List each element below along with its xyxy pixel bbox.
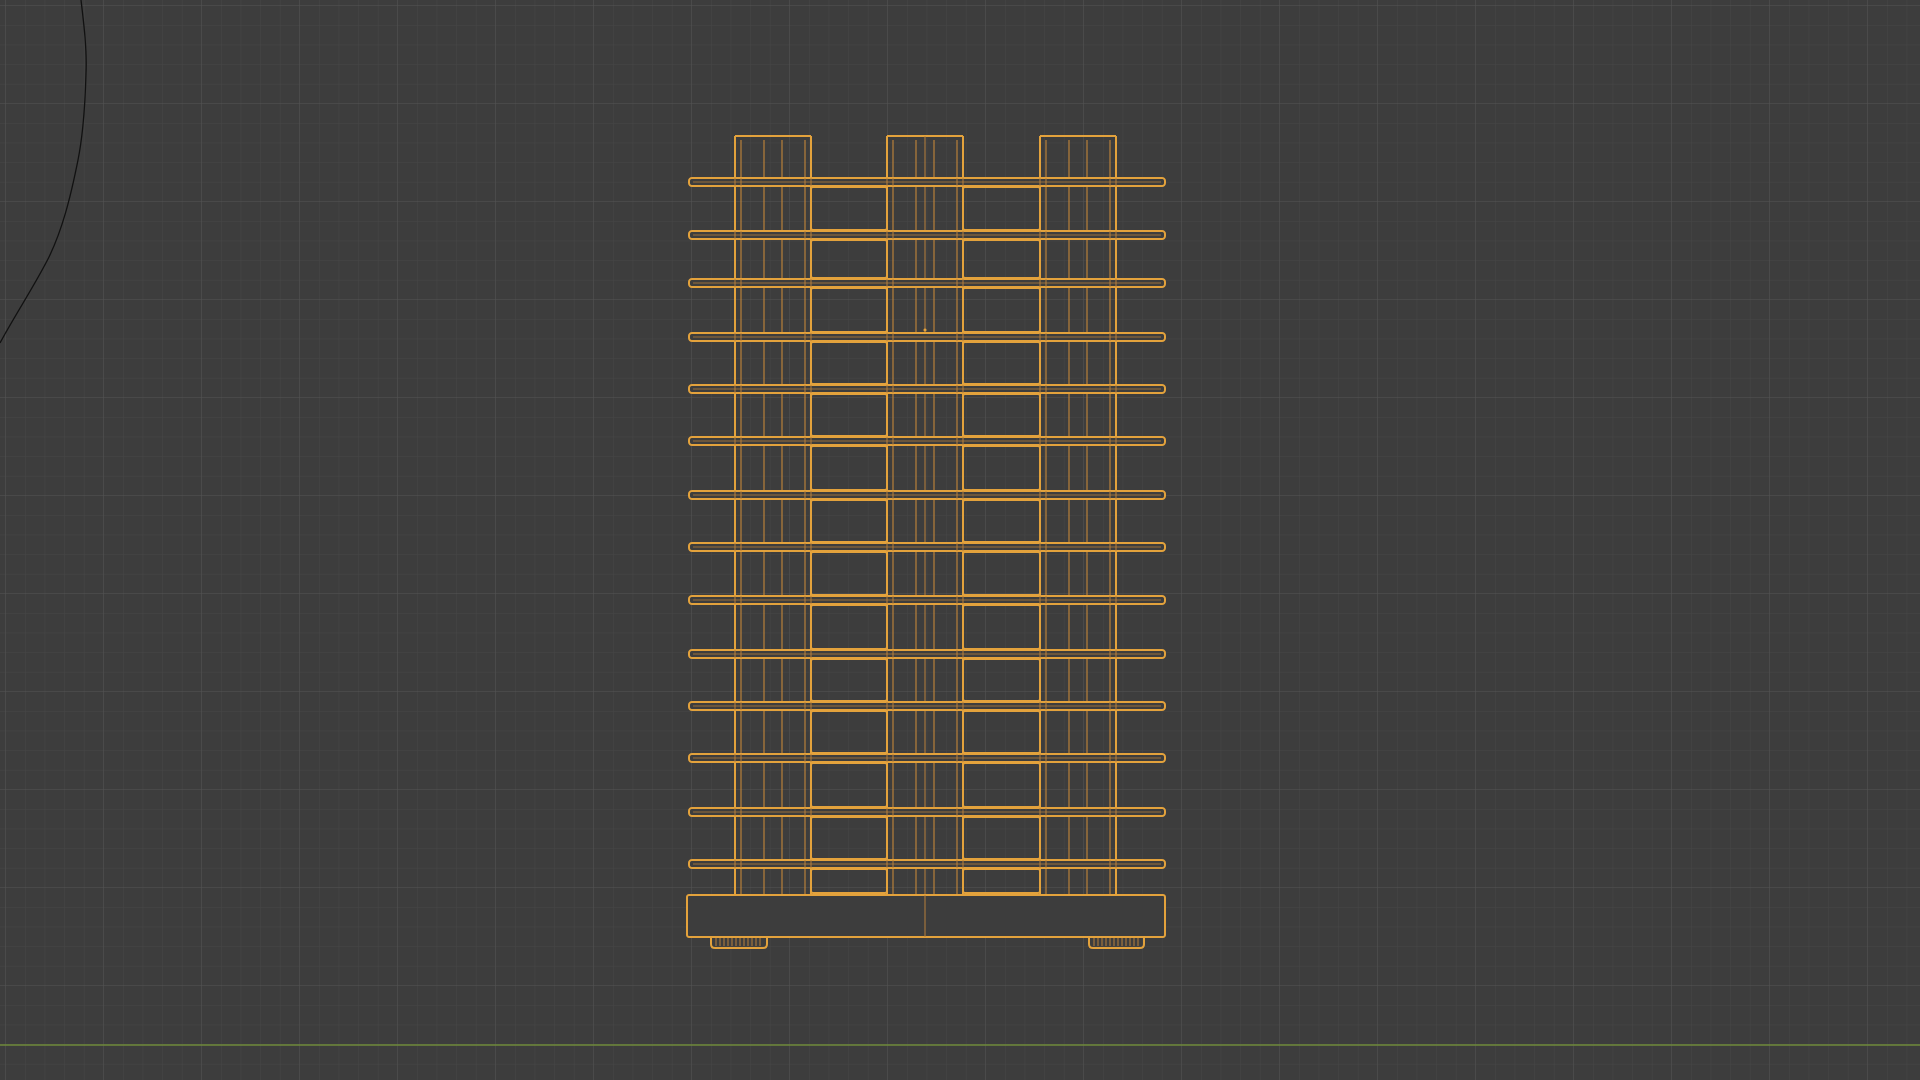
rack-base bbox=[686, 894, 1166, 938]
3d-viewport[interactable] bbox=[0, 0, 1920, 1080]
origin-point bbox=[923, 328, 927, 332]
